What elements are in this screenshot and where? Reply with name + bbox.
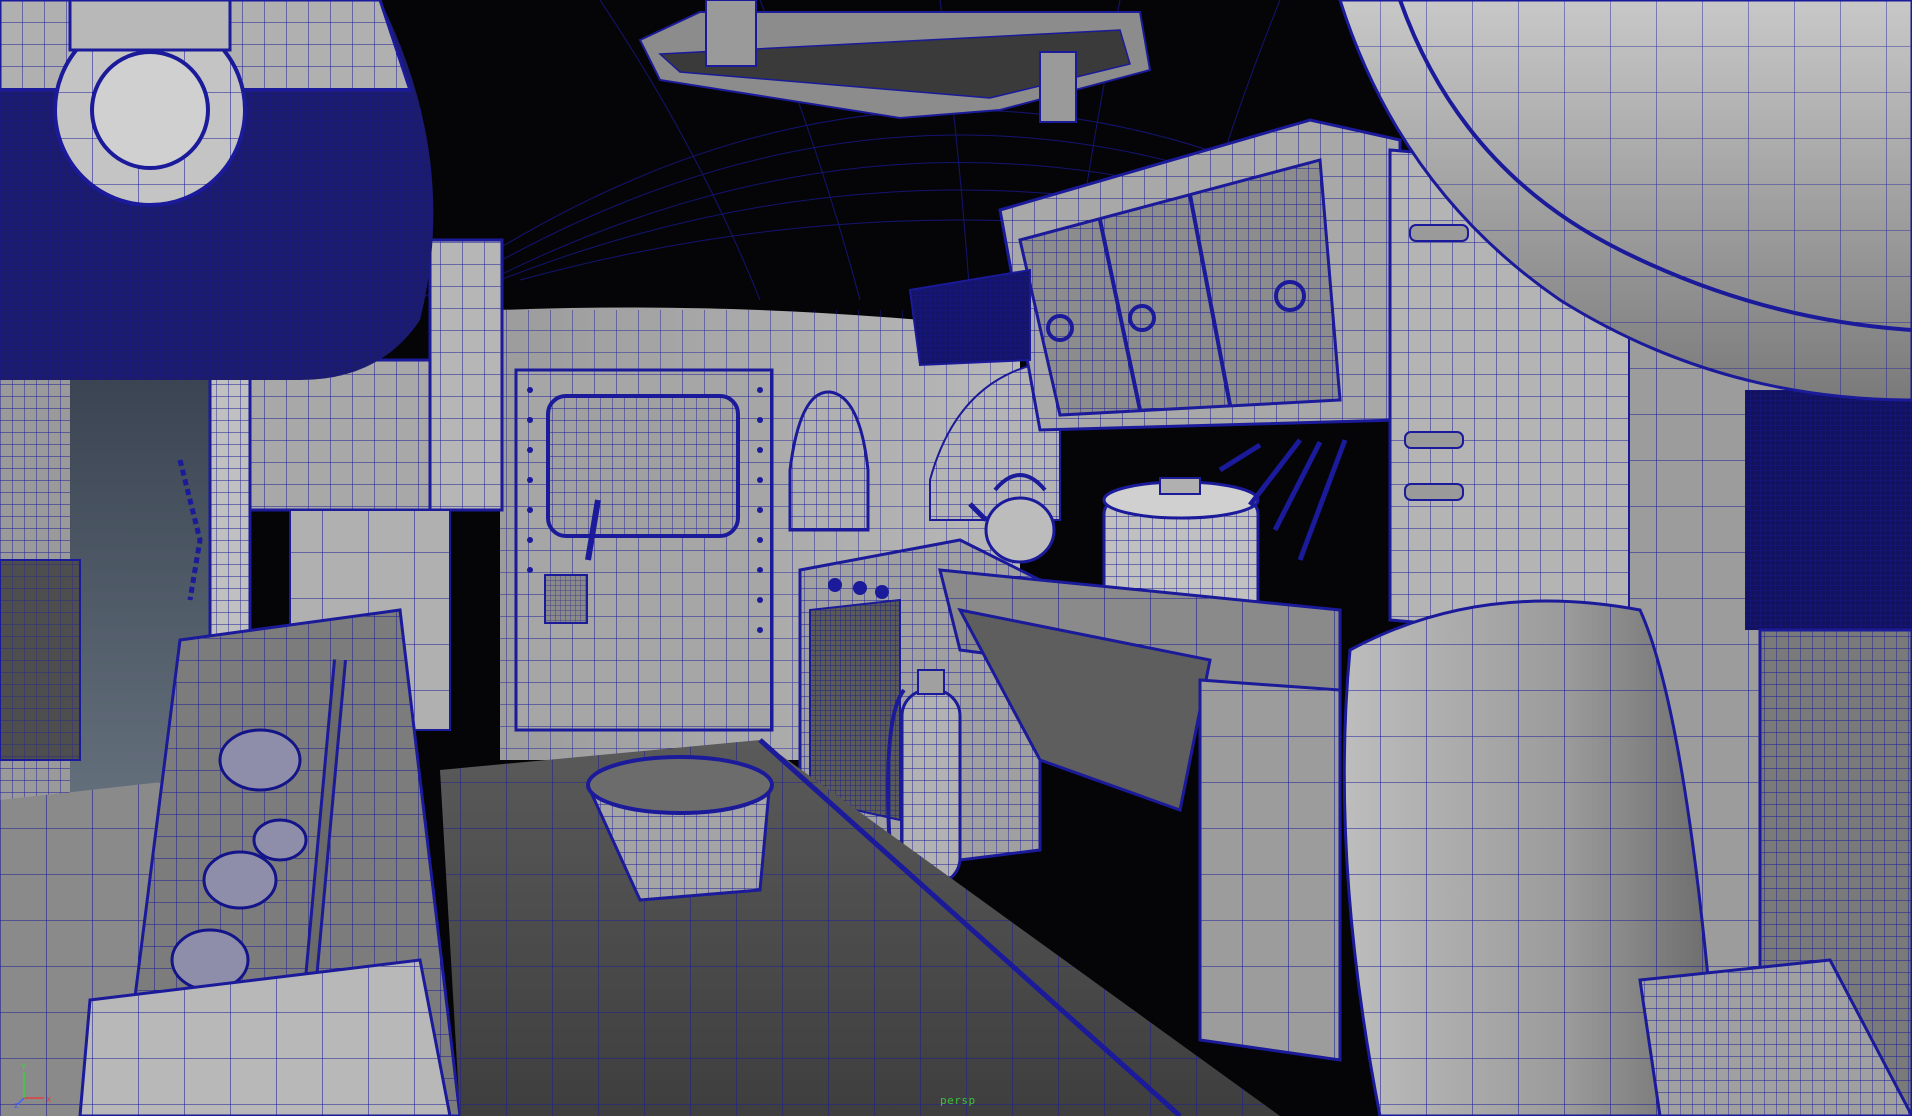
maya-perspective-viewport[interactable]: x Y z persp bbox=[0, 0, 1912, 1116]
axis-gizmo: x Y z bbox=[14, 1063, 52, 1108]
camera-name-label: persp bbox=[940, 1094, 976, 1107]
x-axis-label: x bbox=[46, 1095, 52, 1105]
viewport-scene[interactable] bbox=[0, 0, 1912, 1116]
z-axis-label: z bbox=[14, 1101, 19, 1108]
y-axis-label: Y bbox=[20, 1063, 27, 1073]
top-left-engine-assembly bbox=[0, 0, 434, 380]
z-axis-line bbox=[17, 1097, 25, 1105]
